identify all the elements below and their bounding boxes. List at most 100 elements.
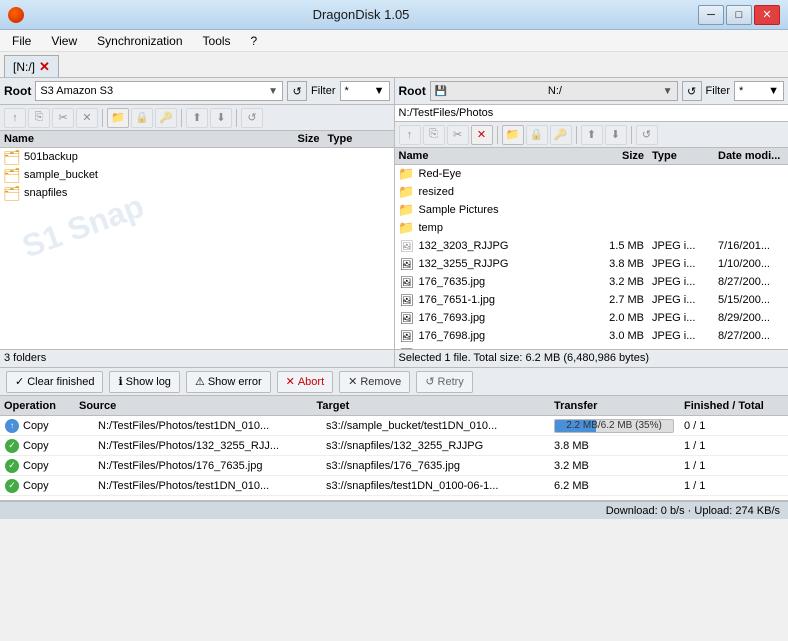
operation-bar: ✓ Clear finished ℹ Show log ⚠ Show error… <box>0 368 788 396</box>
table-row[interactable]: ✓ Copy N:/TestFiles/Photos/132_3255_RJJ.… <box>0 436 788 456</box>
close-button[interactable]: ✕ <box>754 5 780 25</box>
left-tool-refresh[interactable]: ↺ <box>241 108 263 128</box>
maximize-button[interactable]: □ <box>726 5 752 25</box>
tab-label: [N:/] <box>13 60 35 74</box>
right-tool-delete[interactable]: ✕ <box>471 125 493 145</box>
right-refresh-button[interactable]: ↺ <box>682 81 702 101</box>
op-name: Copy <box>23 440 98 452</box>
right-root-icon: 💾 <box>435 86 447 97</box>
abort-label: Abort <box>298 376 324 388</box>
left-col-size: Size <box>260 133 320 145</box>
table-row[interactable]: ✓ Copy N:/TestFiles/Photos/test1DN_010..… <box>0 476 788 496</box>
right-root-value: N:/ <box>548 85 562 97</box>
list-item[interactable]: 🗂 sample_bucket <box>0 166 394 184</box>
right-panel: Root 💾 N:/ ▼ ↺ Filter * ▼ N:/TestFiles/P… <box>395 78 788 367</box>
left-tool-copy[interactable]: ⎘ <box>28 108 50 128</box>
menu-file[interactable]: File <box>4 32 39 50</box>
menu-tools[interactable]: Tools <box>195 32 239 50</box>
left-panel-list[interactable]: S1 Snap 🗂 501backup 🗂 sample_bucket 🗂 sn… <box>0 148 394 349</box>
abort-button[interactable]: ✕ Abort <box>277 371 334 393</box>
file-icon: 🖼 <box>399 256 415 272</box>
list-item[interactable]: 🗂 501backup <box>0 148 394 166</box>
right-tool-move[interactable]: ✂ <box>447 125 469 145</box>
table-row[interactable]: ↑ Copy N:/TestFiles/Photos/test1DN_010..… <box>0 416 788 436</box>
retry-button[interactable]: ↺ Retry <box>416 371 473 393</box>
item-name: 176_7635.jpg <box>419 276 585 288</box>
menu-synchronization[interactable]: Synchronization <box>89 32 190 50</box>
list-item[interactable]: 🖼 132_3203_RJJPG 1.5 MB JPEG i... 7/16/2… <box>395 237 788 255</box>
item-size: 3.8 MB <box>584 258 644 270</box>
show-error-button[interactable]: ⚠ Show error <box>186 371 271 393</box>
right-tool-upload[interactable]: ⬆ <box>581 125 603 145</box>
item-name: 132_3203_RJJPG <box>419 240 585 252</box>
list-item[interactable]: 📁 temp <box>395 219 788 237</box>
right-tool-lock[interactable]: 🔒 <box>526 125 548 145</box>
right-tool-newfolder[interactable]: 📁 <box>502 125 524 145</box>
list-item[interactable]: 📁 resized <box>395 183 788 201</box>
right-tool-copy[interactable]: ⎘ <box>423 125 445 145</box>
left-refresh-button[interactable]: ↺ <box>287 81 307 101</box>
list-item[interactable]: 🖼 176_7693.jpg 2.0 MB JPEG i... 8/29/200… <box>395 309 788 327</box>
show-log-button[interactable]: ℹ Show log <box>109 371 179 393</box>
list-item[interactable]: 📁 Red-Eye <box>395 165 788 183</box>
left-tool-delete[interactable]: ✕ <box>76 108 98 128</box>
list-item[interactable]: 🖼 176_7651-1.jpg 2.7 MB JPEG i... 5/15/2… <box>395 291 788 309</box>
right-panel-list[interactable]: 📁 Red-Eye 📁 resized 📁 Sample Pictures <box>395 165 788 349</box>
item-date: 8/27/200... <box>714 330 784 342</box>
op-finished: 1 / 1 <box>684 440 784 452</box>
right-tool-refresh[interactable]: ↺ <box>636 125 658 145</box>
bottom-status-text: Download: 0 b/s · Upload: 274 KB/s <box>606 505 780 517</box>
done-icon: ✓ <box>4 438 20 454</box>
operations-table: ↑ Copy N:/TestFiles/Photos/test1DN_010..… <box>0 416 788 500</box>
item-name: 176_7693.jpg <box>419 312 585 324</box>
left-toolbar-sep2 <box>181 109 182 127</box>
right-root-arrow: ▼ <box>663 86 673 97</box>
menu-help[interactable]: ? <box>243 32 266 50</box>
clear-finished-button[interactable]: ✓ Clear finished <box>6 371 103 393</box>
minimize-button[interactable]: ─ <box>698 5 724 25</box>
operations-header: Operation Source Target Transfer Finishe… <box>0 396 788 416</box>
right-tool-perm[interactable]: 🔑 <box>550 125 572 145</box>
right-toolbar-sep3 <box>631 126 632 144</box>
right-tool-up[interactable]: ↑ <box>399 125 421 145</box>
done-icon: ✓ <box>4 458 20 474</box>
ops-col-operation: Operation <box>4 400 79 412</box>
left-tool-newfolder[interactable]: 📁 <box>107 108 129 128</box>
op-target: s3://sample_bucket/test1DN_010... <box>326 420 554 432</box>
left-tool-up[interactable]: ↑ <box>4 108 26 128</box>
left-filter-combo[interactable]: * ▼ <box>340 81 390 101</box>
list-item[interactable]: 🗂 snapfiles <box>0 184 394 202</box>
file-icon: 🖼 <box>399 274 415 290</box>
table-row[interactable]: ✓ Copy N:/TestFiles/Photos/176_7635.jpg … <box>0 456 788 476</box>
file-icon: 🖼 <box>399 292 415 308</box>
right-panel-toolbar: ↑ ⎘ ✂ ✕ 📁 🔒 🔑 ⬆ ⬇ ↺ <box>395 122 788 148</box>
menu-view[interactable]: View <box>43 32 85 50</box>
right-root-combo[interactable]: 💾 N:/ ▼ <box>430 81 678 101</box>
item-name: 501backup <box>24 151 390 163</box>
left-tool-lock[interactable]: 🔒 <box>131 108 153 128</box>
tab-close-button[interactable]: ✕ <box>39 59 50 75</box>
left-tool-move[interactable]: ✂ <box>52 108 74 128</box>
left-col-name: Name <box>4 133 260 145</box>
list-item[interactable]: 🖼 176_7698.jpg 3.0 MB JPEG i... 8/27/200… <box>395 327 788 345</box>
right-tool-download[interactable]: ⬇ <box>605 125 627 145</box>
list-item[interactable]: 🖼 176_7635.jpg 3.2 MB JPEG i... 8/27/200… <box>395 273 788 291</box>
right-toolbar-sep2 <box>576 126 577 144</box>
left-root-combo[interactable]: S3 Amazon S3 ▼ <box>35 81 283 101</box>
remove-button[interactable]: ✕ Remove <box>339 371 410 393</box>
error-label: Show error <box>208 376 262 388</box>
left-tool-perm[interactable]: 🔑 <box>155 108 177 128</box>
left-tool-download[interactable]: ⬇ <box>210 108 232 128</box>
folder-icon: 📁 <box>399 166 415 182</box>
status-done: ✓ <box>5 479 19 493</box>
title-bar: DragonDisk 1.05 ─ □ ✕ <box>0 0 788 30</box>
left-tool-upload[interactable]: ⬆ <box>186 108 208 128</box>
list-item[interactable]: 🖼 132_3255_RJJPG 3.8 MB JPEG i... 1/10/2… <box>395 255 788 273</box>
tab-main[interactable]: [N:/] ✕ <box>4 55 59 77</box>
item-size: 3.0 MB <box>584 330 644 342</box>
right-filter-combo[interactable]: * ▼ <box>734 81 784 101</box>
list-item[interactable]: 📁 Sample Pictures <box>395 201 788 219</box>
op-name: Copy <box>23 420 98 432</box>
right-filter-arrow: ▼ <box>768 85 779 97</box>
bottom-status-bar: Download: 0 b/s · Upload: 274 KB/s <box>0 501 788 519</box>
